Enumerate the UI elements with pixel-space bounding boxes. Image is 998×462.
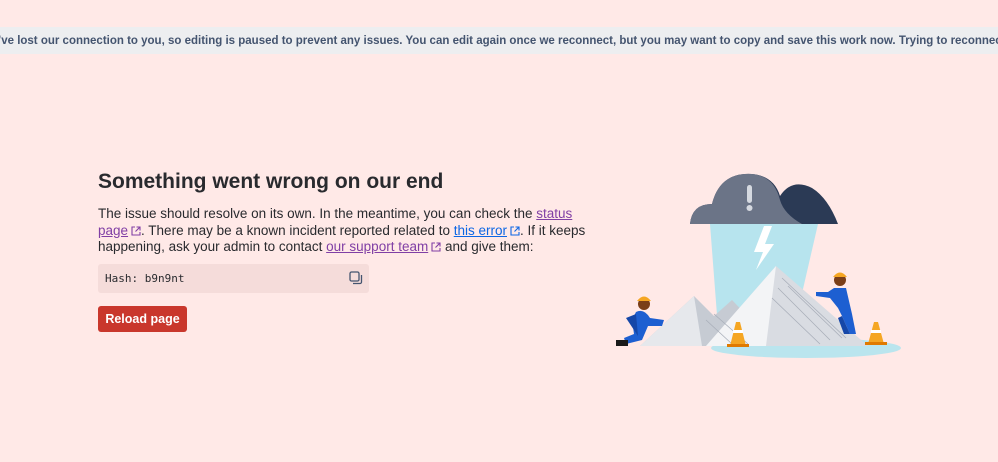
storm-cloud [690,173,838,224]
hash-value: Hash: b9n9nt [105,271,185,285]
external-link-icon [131,225,141,236]
error-text-2: . There may be a known incident reported… [141,222,454,238]
external-link-icon [431,242,441,252]
error-text-1: The issue should resolve on its own. In … [98,206,537,221]
this-error-link-label: this error [453,222,507,238]
error-description: The issue should resolve on its own. In … [98,206,598,256]
connection-lost-banner: We’ve lost our connection to you, so edi… [0,27,998,54]
hash-box: Hash: b9n9nt [98,263,369,293]
banner-text: We’ve lost our connection to you, so edi… [0,34,998,47]
support-team-link[interactable]: our support team [326,239,441,254]
this-error-link[interactable]: this error [454,223,520,238]
error-panel: Something went wrong on our end The issu… [98,168,598,332]
exclamation-icon [747,185,752,203]
external-link-icon [510,225,520,236]
error-title: Something went wrong on our end [98,170,444,193]
error-text-4: and give them: [441,239,534,254]
reload-page-button[interactable]: Reload page [98,305,187,332]
support-team-link-label: our support team [326,239,429,254]
error-illustration [616,173,901,358]
copy-icon[interactable] [349,270,363,285]
